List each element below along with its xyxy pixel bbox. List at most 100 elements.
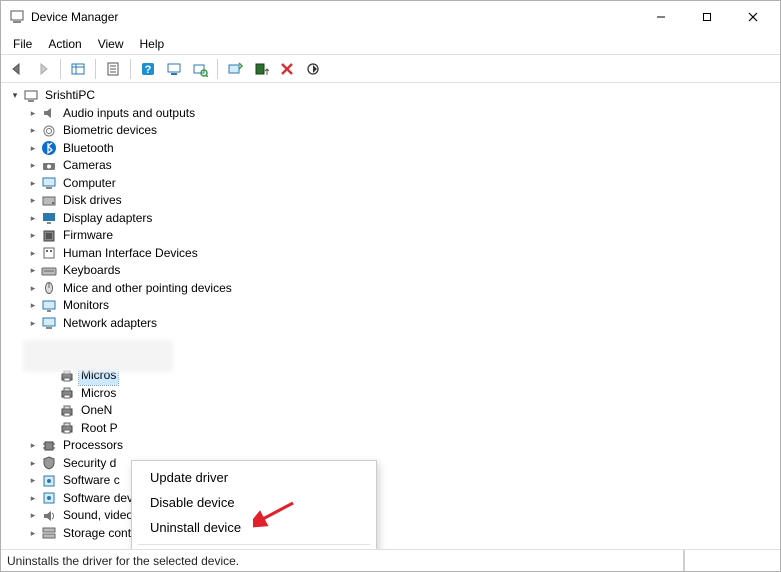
hid-icon	[41, 245, 57, 261]
tree-twisty[interactable]	[25, 297, 41, 315]
tree-twisty[interactable]	[25, 192, 41, 210]
tree-twisty[interactable]	[25, 315, 41, 333]
properties-button[interactable]	[101, 58, 125, 80]
tree-twisty[interactable]	[25, 140, 41, 158]
tree-node[interactable]: Software devices	[3, 490, 780, 508]
tree-node[interactable]: Micros	[3, 385, 780, 403]
update-driver-button[interactable]	[223, 58, 247, 80]
printer-icon	[59, 420, 75, 436]
cpu-icon	[41, 438, 57, 454]
minimize-button[interactable]	[638, 2, 684, 32]
tree-node-label: Bluetooth	[61, 140, 116, 158]
menu-action[interactable]: Action	[40, 35, 89, 53]
context-menu-item[interactable]: Uninstall device	[132, 515, 376, 540]
tree-node-label: Cameras	[61, 157, 114, 175]
tree-node-label: Biometric devices	[61, 122, 159, 140]
disk-icon	[41, 193, 57, 209]
tree-node[interactable]: Root P	[3, 420, 780, 438]
help-button[interactable]: ?	[136, 58, 160, 80]
tree-node[interactable]: Firmware	[3, 227, 780, 245]
uninstall-button[interactable]	[275, 58, 299, 80]
tree-node[interactable]: Network adapters	[3, 315, 780, 333]
tree-node[interactable]: Sound, video and game controllers	[3, 507, 780, 525]
close-button[interactable]	[730, 2, 776, 32]
app-icon	[9, 9, 25, 25]
tree-node[interactable]: Software c	[3, 472, 780, 490]
tree-node[interactable]: Monitors	[3, 297, 780, 315]
device-manager-button[interactable]	[162, 58, 186, 80]
tree-node-label: Root P	[79, 420, 120, 438]
tree-node[interactable]: Keyboards	[3, 262, 780, 280]
storage-icon	[41, 525, 57, 541]
tree-node[interactable]: Cameras	[3, 157, 780, 175]
device-tree-pane[interactable]: SrishtiPCAudio inputs and outputsBiometr…	[1, 83, 780, 549]
tree-twisty[interactable]	[25, 227, 41, 245]
printer-icon	[59, 403, 75, 419]
tree-twisty[interactable]	[25, 490, 41, 508]
tree-twisty[interactable]	[25, 245, 41, 263]
tree-node[interactable]: Display adapters	[3, 210, 780, 228]
tree-twisty[interactable]	[25, 507, 41, 525]
security-icon	[41, 455, 57, 471]
context-menu: Update driverDisable deviceUninstall dev…	[131, 460, 377, 549]
back-button[interactable]	[5, 58, 29, 80]
context-menu-item[interactable]: Disable device	[132, 490, 376, 515]
tree-twisty[interactable]	[25, 122, 41, 140]
disable-button[interactable]	[301, 58, 325, 80]
add-legacy-button[interactable]	[249, 58, 273, 80]
tree-node[interactable]: Bluetooth	[3, 140, 780, 158]
tree-node[interactable]: Biometric devices	[3, 122, 780, 140]
titlebar: Device Manager	[1, 1, 780, 33]
tree-node[interactable]: Computer	[3, 175, 780, 193]
tree-node[interactable]: Human Interface Devices	[3, 245, 780, 263]
tree-node-label: Display adapters	[61, 210, 154, 228]
scan-hardware-button[interactable]	[188, 58, 212, 80]
network-icon	[41, 315, 57, 331]
tree-twisty[interactable]	[25, 157, 41, 175]
tree-twisty[interactable]	[25, 175, 41, 193]
software-icon	[41, 490, 57, 506]
menu-view[interactable]: View	[90, 35, 132, 53]
tree-twisty[interactable]	[25, 472, 41, 490]
tree-node[interactable]: SrishtiPC	[3, 87, 780, 105]
show-hidden-button[interactable]	[66, 58, 90, 80]
tree-node-label: Audio inputs and outputs	[61, 105, 197, 123]
menu-file[interactable]: File	[5, 35, 40, 53]
tree-twisty[interactable]	[25, 105, 41, 123]
maximize-button[interactable]	[684, 2, 730, 32]
tree-node[interactable]: OneN	[3, 402, 780, 420]
tree-twisty[interactable]	[25, 525, 41, 543]
tree-twisty[interactable]	[25, 437, 41, 455]
tree-node-label: SrishtiPC	[43, 87, 97, 105]
tree-twisty[interactable]	[25, 455, 41, 473]
redacted-region	[23, 340, 173, 372]
tree-node-label: Processors	[61, 437, 125, 455]
tree-node[interactable]: Security d	[3, 455, 780, 473]
tree-node[interactable]: Processors	[3, 437, 780, 455]
tree-twisty[interactable]	[25, 262, 41, 280]
tree-twisty[interactable]	[25, 210, 41, 228]
tree-node[interactable]: Disk drives	[3, 192, 780, 210]
tree-node[interactable]: Storage controllers	[3, 525, 780, 543]
tree-twisty[interactable]	[25, 280, 41, 298]
menu-help[interactable]: Help	[132, 35, 173, 53]
tree-node-label: Disk drives	[61, 192, 124, 210]
computer-root-icon	[23, 88, 39, 104]
status-text: Uninstalls the driver for the selected d…	[7, 554, 239, 568]
toolbar: ?	[1, 55, 780, 83]
tree-node-label: Keyboards	[61, 262, 122, 280]
sound-icon	[41, 508, 57, 524]
context-menu-item[interactable]: Update driver	[132, 465, 376, 490]
tree-node[interactable]: Audio inputs and outputs	[3, 105, 780, 123]
tree-node-label: Network adapters	[61, 315, 159, 333]
tree-node[interactable]: Mice and other pointing devices	[3, 280, 780, 298]
display-icon	[41, 210, 57, 226]
tree-twisty[interactable]	[7, 87, 23, 105]
forward-button[interactable]	[31, 58, 55, 80]
tree-node-label: Human Interface Devices	[61, 245, 200, 263]
tree-node-label: Monitors	[61, 297, 111, 315]
tree-node-label: Computer	[61, 175, 118, 193]
context-menu-separator	[138, 544, 370, 545]
mouse-icon	[41, 280, 57, 296]
speaker-icon	[41, 105, 57, 121]
